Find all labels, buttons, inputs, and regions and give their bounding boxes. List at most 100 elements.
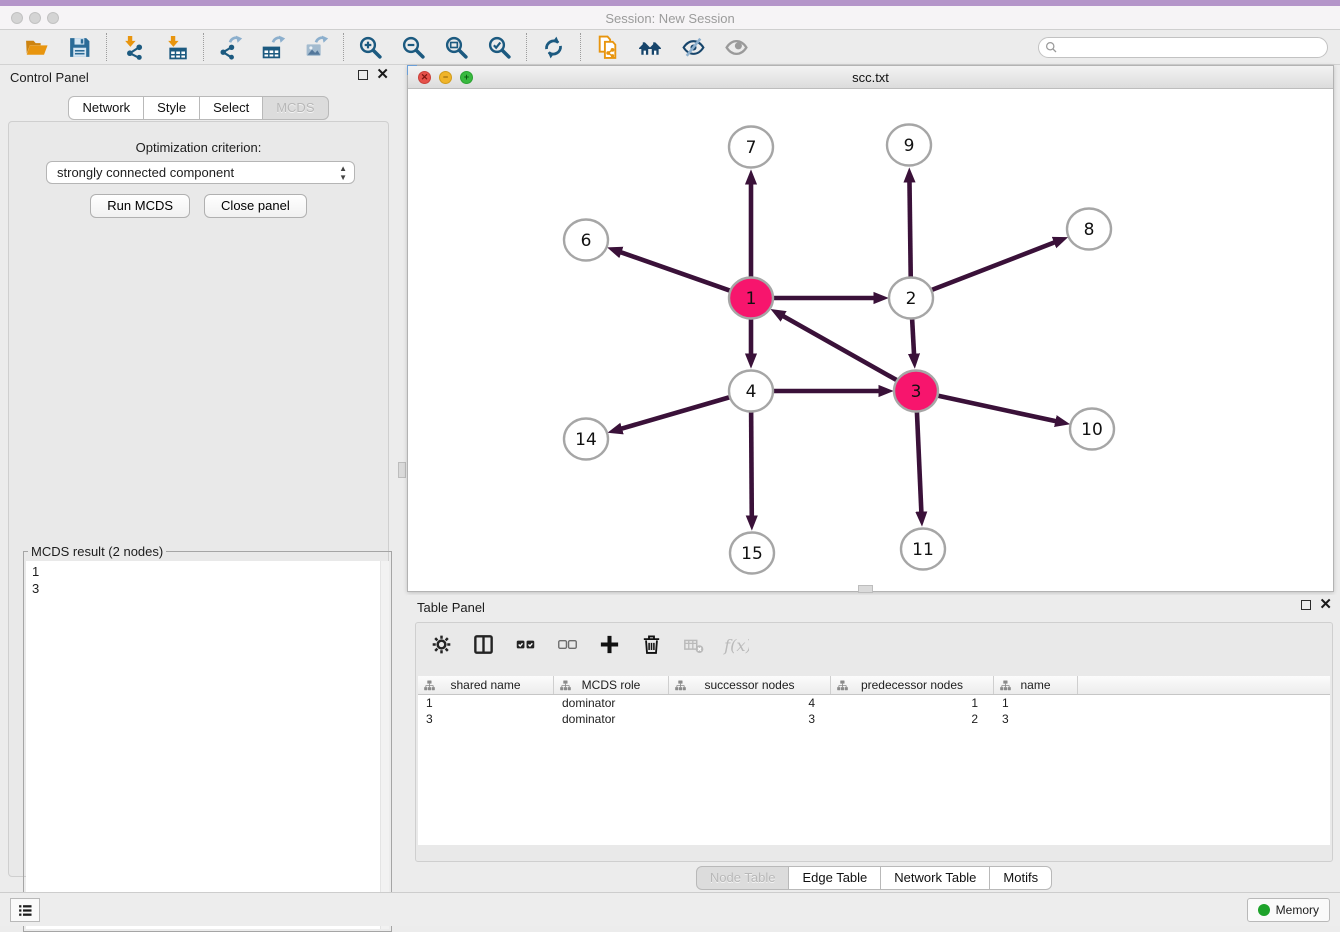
graph-edge-4-14[interactable] xyxy=(621,397,731,429)
search-input[interactable] xyxy=(1038,37,1328,58)
graph-edge-4-15[interactable] xyxy=(751,412,752,517)
task-history-button[interactable] xyxy=(10,898,40,922)
close-panel-button[interactable]: Close panel xyxy=(204,194,307,218)
zoom-fit-icon[interactable] xyxy=(443,34,470,61)
table-cell[interactable]: dominator xyxy=(554,695,669,711)
mcds-panel: Optimization criterion: strongly connect… xyxy=(8,121,389,877)
graph-node-11[interactable]: 11 xyxy=(901,529,945,570)
table-cell[interactable]: 3 xyxy=(418,711,554,727)
select-all-rows-icon[interactable] xyxy=(512,631,539,658)
export-network-icon[interactable] xyxy=(217,34,244,61)
column-header-MCDS-role[interactable]: MCDS role xyxy=(554,676,669,694)
zoom-in-icon[interactable] xyxy=(357,34,384,61)
column-header-shared-name[interactable]: shared name xyxy=(418,676,554,694)
home-networks-icon[interactable] xyxy=(637,34,664,61)
open-session-icon[interactable] xyxy=(23,34,50,61)
graph-edge-3-11[interactable] xyxy=(917,412,921,513)
criterion-value: strongly connected component xyxy=(57,165,234,180)
table-body: 1dominator4113dominator323 xyxy=(418,695,1330,727)
criterion-select[interactable]: strongly connected component ▲▼ xyxy=(46,161,355,184)
graph-node-1[interactable]: 1 xyxy=(729,278,773,319)
tab-network-table[interactable]: Network Table xyxy=(880,866,990,890)
column-type-icon xyxy=(424,680,435,694)
svg-text:f(x): f(x) xyxy=(723,635,749,654)
deselect-all-rows-icon[interactable] xyxy=(554,631,581,658)
control-panel: Control Panel ✕ NetworkStyleSelectMCDS O… xyxy=(0,65,397,882)
add-column-icon[interactable] xyxy=(596,631,623,658)
select-stepper-icon: ▲▼ xyxy=(339,164,347,182)
graph-edge-1-6[interactable] xyxy=(620,252,731,291)
memory-button[interactable]: Memory xyxy=(1247,898,1330,922)
delete-column-icon[interactable] xyxy=(638,631,665,658)
graph-edge-2-3[interactable] xyxy=(912,319,914,355)
save-session-icon[interactable] xyxy=(66,34,93,61)
vertical-splitter-handle[interactable] xyxy=(398,462,406,478)
zoom-selected-icon[interactable] xyxy=(486,34,513,61)
hide-eye-icon[interactable] xyxy=(680,34,707,61)
float-table-panel-icon[interactable] xyxy=(1301,600,1311,610)
graph-edge-2-9[interactable] xyxy=(909,181,910,277)
graph-node-9[interactable]: 9 xyxy=(887,125,931,166)
table-cell[interactable]: 1 xyxy=(831,695,994,711)
float-panel-icon[interactable] xyxy=(358,70,368,80)
table-toolbar: f(x) xyxy=(428,631,749,658)
graph-node-15[interactable]: 15 xyxy=(730,533,774,574)
clone-network-icon[interactable] xyxy=(594,34,621,61)
import-network-icon[interactable] xyxy=(120,34,147,61)
zoom-out-icon[interactable] xyxy=(400,34,427,61)
tab-network[interactable]: Network xyxy=(68,96,144,120)
table-row[interactable]: 3dominator323 xyxy=(418,711,1330,727)
graph-node-2[interactable]: 2 xyxy=(889,278,933,319)
graph-node-8[interactable]: 8 xyxy=(1067,209,1111,250)
export-image-icon[interactable] xyxy=(303,34,330,61)
tab-select[interactable]: Select xyxy=(199,96,263,120)
svg-text:9: 9 xyxy=(904,136,915,156)
table-panel: Table Panel ✕ f(x) shared nameMCDS roles… xyxy=(407,595,1340,885)
graph-edge-3-1[interactable] xyxy=(782,316,897,381)
close-panel-icon[interactable]: ✕ xyxy=(376,70,389,80)
column-type-icon xyxy=(560,680,571,694)
column-header-predecessor-nodes[interactable]: predecessor nodes xyxy=(831,676,994,694)
network-canvas[interactable]: 1 2 3 4 6 7 8 9 10 11 14 15 xyxy=(408,89,1333,591)
table-cell[interactable]: dominator xyxy=(554,711,669,727)
graph-node-10[interactable]: 10 xyxy=(1070,409,1114,450)
graph-node-7[interactable]: 7 xyxy=(729,127,773,168)
svg-text:4: 4 xyxy=(746,382,757,402)
network-window-title: scc.txt xyxy=(408,70,1333,85)
graph-node-3[interactable]: 3 xyxy=(894,371,938,412)
tab-mcds[interactable]: MCDS xyxy=(262,96,328,120)
table-settings-icon[interactable] xyxy=(428,631,455,658)
run-mcds-button[interactable]: Run MCDS xyxy=(90,194,190,218)
graph-edge-2-8[interactable] xyxy=(931,242,1056,290)
table-cell[interactable]: 3 xyxy=(669,711,831,727)
column-header-successor-nodes[interactable]: successor nodes xyxy=(669,676,831,694)
tab-edge-table[interactable]: Edge Table xyxy=(788,866,881,890)
tab-motifs[interactable]: Motifs xyxy=(989,866,1052,890)
graph-node-14[interactable]: 14 xyxy=(564,419,608,460)
table-cell[interactable]: 2 xyxy=(831,711,994,727)
horizontal-splitter-handle[interactable] xyxy=(858,585,873,593)
search-icon xyxy=(1044,40,1059,60)
table-cell[interactable]: 3 xyxy=(994,711,1078,727)
table-cell[interactable]: 4 xyxy=(669,695,831,711)
toggle-columns-icon[interactable] xyxy=(470,631,497,658)
table-cell[interactable]: 1 xyxy=(418,695,554,711)
show-eye-icon[interactable] xyxy=(723,34,750,61)
table-row[interactable]: 1dominator411 xyxy=(418,695,1330,711)
close-table-panel-icon[interactable]: ✕ xyxy=(1319,600,1332,610)
tab-node-table[interactable]: Node Table xyxy=(696,866,790,890)
import-table-icon[interactable] xyxy=(163,34,190,61)
graph-node-6[interactable]: 6 xyxy=(564,220,608,261)
column-header-name[interactable]: name xyxy=(994,676,1078,694)
result-scrollbar[interactable] xyxy=(380,561,389,929)
mcds-result-text[interactable]: 1 3 xyxy=(26,561,389,929)
tab-style[interactable]: Style xyxy=(143,96,200,120)
svg-text:3: 3 xyxy=(911,382,922,402)
export-table-icon[interactable] xyxy=(260,34,287,61)
table-cell[interactable]: 1 xyxy=(994,695,1078,711)
network-window-titlebar[interactable]: ✕ − + scc.txt xyxy=(408,66,1333,89)
graph-edge-3-10[interactable] xyxy=(937,395,1057,421)
graph-node-4[interactable]: 4 xyxy=(729,371,773,412)
refresh-layout-icon[interactable] xyxy=(540,34,567,61)
column-type-icon xyxy=(675,680,686,694)
